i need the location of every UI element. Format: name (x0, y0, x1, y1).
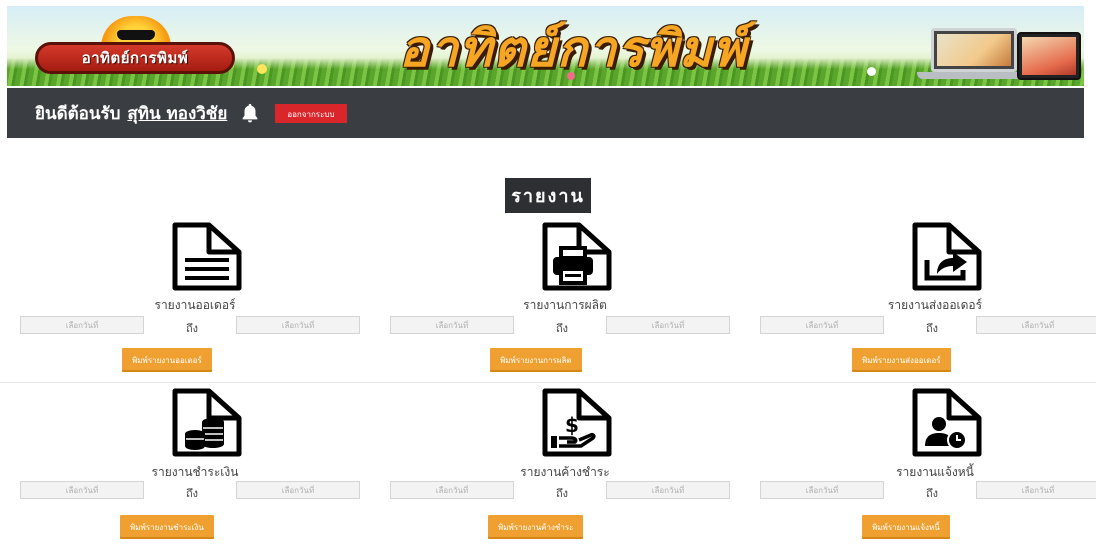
date-separator: ถึง (556, 487, 569, 500)
date-separator: ถึง (186, 322, 199, 335)
sunglasses-icon (117, 30, 155, 40)
date-to-input[interactable] (236, 316, 360, 334)
date-separator: ถึง (926, 322, 939, 335)
date-to-input[interactable] (976, 316, 1096, 334)
site-logo[interactable]: อาทิตย์การพิมพ์ (35, 16, 235, 78)
date-from-input[interactable] (20, 481, 144, 499)
document-icon (147, 222, 247, 292)
report-row: รายงานชำระเงิน ถึง พิมพ์รายงานชำระเงิน $… (0, 382, 1096, 546)
laptop-icon (931, 28, 1017, 72)
page-title: รายงาน (505, 178, 591, 213)
date-from-input[interactable] (20, 316, 144, 334)
date-to-input[interactable] (606, 316, 730, 334)
date-from-input[interactable] (390, 316, 514, 334)
date-from-input[interactable] (760, 316, 884, 334)
date-range: ถึง (760, 481, 1096, 501)
bell-icon[interactable] (239, 102, 261, 124)
print-production-button[interactable]: พิมพ์รายงานการผลิต (490, 348, 582, 372)
laptop-base (917, 72, 1029, 79)
date-range: ถึง (760, 316, 1096, 336)
banner-flower (867, 67, 876, 76)
date-separator: ถึง (186, 487, 199, 500)
date-to-input[interactable] (236, 481, 360, 499)
date-to-input[interactable] (976, 481, 1096, 499)
site-title: อาทิตย์การพิมพ์ (399, 19, 747, 78)
printer-icon (517, 222, 617, 292)
print-invoice-button[interactable]: พิมพ์รายงานแจ้งหนี้ (862, 515, 950, 539)
user-bar: ยินดีต้อนรับ สุทิน ทองวิชัย ออกจากระบบ (7, 88, 1084, 138)
coins-icon (147, 388, 247, 458)
user-clock-icon (887, 388, 987, 458)
report-label: รายงานส่งออเดอร์ (887, 298, 983, 312)
logout-button[interactable]: ออกจากระบบ (275, 103, 347, 123)
date-range: ถึง (390, 316, 740, 336)
welcome-text: ยินดีต้อนรับ (35, 103, 121, 124)
date-range: ถึง (390, 481, 740, 501)
dollar-hand-icon: $ (517, 388, 617, 458)
devices-illustration (907, 22, 1083, 84)
date-separator: ถึง (926, 487, 939, 500)
report-label: รายงานชำระเงิน (151, 465, 239, 479)
page-heading-wrap: รายงาน (0, 178, 1096, 213)
print-payment-button[interactable]: พิมพ์รายงานชำระเงิน (120, 515, 214, 539)
share-icon (887, 222, 987, 292)
report-label: รายงานค้างชำระ (520, 465, 610, 479)
date-from-input[interactable] (390, 481, 514, 499)
logo-text: อาทิตย์การพิมพ์ (35, 42, 235, 74)
print-outstanding-button[interactable]: พิมพ์รายงานค้างชำระ (488, 515, 584, 539)
banner-flower (257, 64, 267, 74)
svg-text:$: $ (565, 413, 579, 437)
report-label: รายงานการผลิต (523, 298, 607, 312)
report-label: รายงานแจ้งหนี้ (896, 465, 974, 479)
date-range: ถึง (20, 481, 370, 501)
report-row: รายงานออเดอร์ ถึง พิมพ์รายงานออเดอร์ ราย… (0, 222, 1096, 382)
user-name-link[interactable]: สุทิน ทองวิชัย (127, 100, 227, 127)
date-from-input[interactable] (760, 481, 884, 499)
date-range: ถึง (20, 316, 370, 336)
tablet-icon (1017, 32, 1081, 80)
report-grid: รายงานออเดอร์ ถึง พิมพ์รายงานออเดอร์ ราย… (0, 222, 1096, 546)
print-orders-button[interactable]: พิมพ์รายงานออเดอร์ (122, 348, 212, 372)
report-label: รายงานออเดอร์ (154, 298, 236, 312)
date-separator: ถึง (556, 322, 569, 335)
print-shipping-button[interactable]: พิมพ์รายงานส่งออเดอร์ (852, 348, 951, 372)
date-to-input[interactable] (606, 481, 730, 499)
header-banner: อาทิตย์การพิมพ์ อาทิตย์การพิมพ์ (7, 6, 1084, 86)
